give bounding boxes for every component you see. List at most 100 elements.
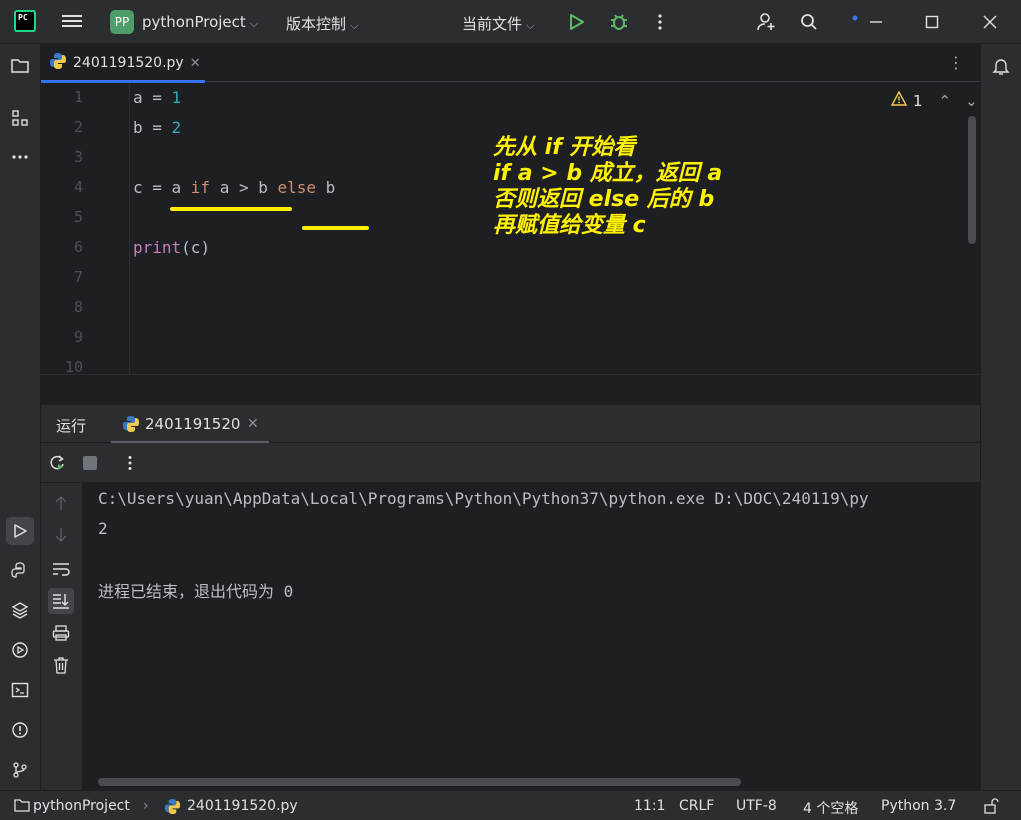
run-icon[interactable] — [564, 10, 588, 34]
services-icon[interactable] — [8, 638, 32, 662]
run-tab[interactable]: 2401191520 ✕ — [111, 405, 269, 444]
console-line: 进程已结束，退出代码为 0 — [98, 582, 294, 601]
project-badge[interactable]: PP — [110, 10, 134, 34]
editor-tab[interactable]: 2401191520.py ✕ — [41, 44, 205, 83]
indent-setting[interactable]: 4 个空格 — [803, 798, 858, 818]
print-icon[interactable] — [50, 622, 72, 644]
run-panel-title: 运行 — [56, 417, 87, 435]
add-user-icon[interactable] — [755, 10, 779, 34]
run-more-icon[interactable] — [120, 453, 140, 473]
close-run-tab-icon[interactable]: ✕ — [247, 416, 259, 432]
arrow-up-icon[interactable] — [50, 492, 72, 514]
warning-icon — [890, 90, 908, 110]
vcs-menu[interactable]: 版本控制 ⌵ — [286, 13, 358, 34]
left-tool-strip — [0, 44, 41, 790]
folder-icon[interactable] — [8, 54, 32, 78]
line-separator[interactable]: CRLF — [679, 798, 714, 814]
code-line-2: b = 2 — [133, 118, 182, 137]
scroll-to-end-icon[interactable] — [48, 588, 74, 614]
line-number: 7 — [73, 268, 83, 286]
editor-tab-bar: 2401191520.py ✕ ⋮ — [41, 44, 980, 83]
run-toolbar — [41, 443, 980, 483]
lock-icon[interactable] — [983, 798, 999, 818]
more-actions-icon[interactable] — [648, 10, 672, 34]
main-menu-icon[interactable] — [62, 12, 82, 30]
python-interpreter[interactable]: Python 3.7 — [881, 798, 956, 814]
file-encoding[interactable]: UTF-8 — [736, 798, 777, 814]
run-tool-window-header: 运行 2401191520 ✕ — [41, 405, 980, 444]
line-number: 3 — [73, 148, 83, 166]
maximize-icon[interactable] — [920, 10, 944, 34]
project-name: pythonProject — [142, 13, 246, 31]
arrow-down-icon[interactable] — [50, 524, 72, 546]
console-horizontal-scrollbar[interactable] — [98, 778, 741, 786]
pycharm-logo[interactable]: PC — [14, 10, 36, 32]
annotation-underline-if — [170, 207, 292, 211]
layers-icon[interactable] — [8, 598, 32, 622]
problems-icon[interactable] — [8, 718, 32, 742]
editor-tab-label: 2401191520.py — [73, 55, 184, 71]
more-tools-icon[interactable] — [8, 145, 32, 169]
code-line-1: a = 1 — [133, 88, 182, 107]
logo-text: PC — [16, 12, 34, 30]
close-tab-icon[interactable]: ✕ — [190, 56, 201, 71]
notifications-bell-icon[interactable] — [989, 54, 1013, 78]
soft-wrap-icon[interactable] — [50, 558, 72, 580]
breadcrumb-file[interactable]: 2401191520.py — [187, 798, 298, 814]
console-side-toolbar — [41, 483, 82, 790]
debug-icon[interactable] — [607, 10, 631, 34]
search-icon[interactable] — [797, 10, 821, 34]
stop-icon[interactable] — [80, 453, 100, 473]
console-line: C:\Users\yuan\AppData\Local\Programs\Pyt… — [98, 489, 869, 508]
console-line: 2 — [98, 519, 108, 538]
breadcrumb-separator-icon: › — [143, 798, 149, 814]
run-config-label: 当前文件 — [462, 15, 523, 33]
chevron-up-icon[interactable]: ⌃ — [939, 92, 952, 110]
run-tab-label: 2401191520 — [145, 415, 241, 433]
code-editor[interactable]: 1 2 3 4 5 6 7 8 9 10 a = 1 b = 2 c = a i… — [41, 83, 980, 374]
line-number: 10 — [64, 358, 83, 374]
trash-icon[interactable] — [50, 654, 72, 676]
editor-scrollbar[interactable] — [968, 116, 976, 244]
line-number: 5 — [73, 208, 83, 226]
annotation-underline-else — [302, 226, 369, 230]
chevron-down-icon: ⌵ — [249, 17, 259, 30]
project-switcher[interactable]: pythonProject ⌵ — [142, 13, 258, 31]
line-number: 6 — [73, 238, 83, 256]
right-tool-strip — [980, 44, 1021, 790]
minimize-icon[interactable] — [864, 10, 888, 34]
vcs-label: 版本控制 — [286, 15, 347, 33]
git-icon[interactable] — [8, 758, 32, 782]
folder-outline-icon — [14, 798, 30, 816]
title-bar: PC PP pythonProject ⌵ 版本控制 ⌵ 当前文件 ⌵ — [0, 0, 1021, 44]
structure-icon[interactable] — [8, 106, 32, 130]
chevron-down-icon: ⌵ — [526, 19, 535, 32]
terminal-icon[interactable] — [8, 678, 32, 702]
status-bar: pythonProject › 2401191520.py 11:1 CRLF … — [0, 790, 1021, 820]
caret-position[interactable]: 11:1 — [634, 798, 665, 814]
run-console[interactable]: C:\Users\yuan\AppData\Local\Programs\Pyt… — [82, 483, 980, 790]
chevron-down-icon: ⌵ — [350, 19, 359, 32]
line-number: 9 — [73, 328, 83, 346]
run-tool-icon[interactable] — [6, 517, 34, 545]
annotation-text: 先从 if 开始看 if a > b 成立，返回 a 否则返回 else 后的 … — [493, 135, 723, 238]
tab-more-icon[interactable]: ⋮ — [948, 53, 964, 72]
warning-count: 1 — [913, 91, 923, 110]
line-number: 8 — [73, 298, 83, 316]
python-console-icon[interactable] — [8, 558, 32, 582]
rerun-icon[interactable] — [47, 453, 67, 473]
python-file-icon — [122, 415, 140, 437]
line-number: 1 — [73, 88, 83, 106]
breadcrumb-project[interactable]: pythonProject — [33, 798, 130, 814]
code-line-6: print(c) — [133, 238, 211, 257]
close-window-icon[interactable] — [978, 10, 1002, 34]
python-file-icon — [49, 52, 67, 74]
code-line-4: c = a if a > b else b — [133, 178, 336, 197]
run-config-selector[interactable]: 当前文件 ⌵ — [462, 13, 534, 34]
line-number: 2 — [73, 118, 83, 136]
line-number: 4 — [73, 178, 83, 196]
inspection-widget[interactable]: 1 ⌃ ⌄ — [890, 90, 978, 110]
line-gutter: 1 2 3 4 5 6 7 8 9 10 — [41, 83, 130, 374]
chevron-down-icon[interactable]: ⌄ — [965, 92, 978, 110]
panel-splitter[interactable] — [41, 374, 980, 405]
